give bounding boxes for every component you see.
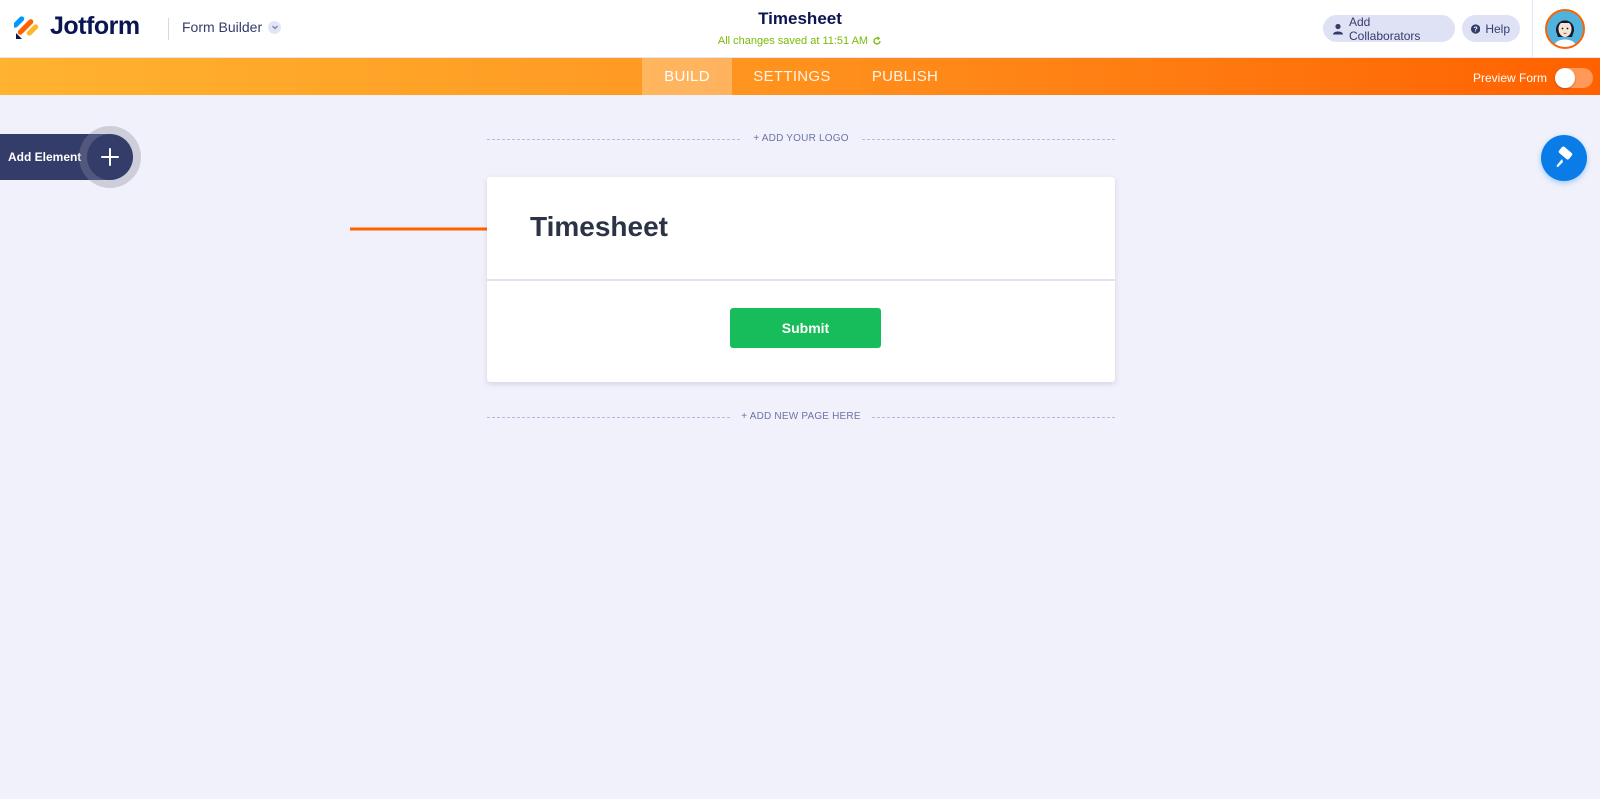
save-status: All changes saved at 11:51 AM bbox=[650, 35, 950, 47]
preview-form-label: Preview Form bbox=[1473, 71, 1548, 85]
builder-navbar: BUILD SETTINGS PUBLISH Preview Form bbox=[0, 58, 1600, 95]
form-title[interactable]: Timesheet bbox=[650, 9, 950, 29]
user-avatar[interactable] bbox=[1545, 9, 1585, 49]
jotform-logo-icon bbox=[14, 15, 39, 39]
user-icon bbox=[1333, 23, 1343, 34]
header-separator bbox=[1532, 0, 1533, 58]
question-circle-icon: ? bbox=[1471, 23, 1481, 34]
tab-build[interactable]: BUILD bbox=[642, 58, 732, 95]
form-heading[interactable]: Timesheet bbox=[530, 211, 668, 243]
add-element-button[interactable]: Add Element bbox=[0, 126, 141, 188]
page-dashed-line-left bbox=[487, 417, 730, 418]
preview-form-toggle[interactable] bbox=[1555, 68, 1594, 88]
submit-button[interactable]: Submit bbox=[730, 308, 881, 348]
top-header: Jotform Form Builder Timesheet All chang… bbox=[0, 0, 1600, 58]
logo-dashed-line-left bbox=[487, 139, 740, 140]
toggle-knob bbox=[1555, 68, 1576, 88]
header-divider bbox=[168, 18, 169, 40]
builder-label: Form Builder bbox=[182, 19, 263, 35]
add-new-page-link[interactable]: + ADD NEW PAGE HERE bbox=[730, 411, 872, 422]
paint-roller-icon bbox=[1556, 146, 1573, 167]
refresh-icon bbox=[873, 36, 881, 45]
page-dashed-line-right bbox=[872, 417, 1115, 418]
form-title-block: Timesheet All changes saved at 11:51 AM bbox=[650, 9, 950, 47]
add-collaborators-label: Add Collaborators bbox=[1349, 14, 1421, 43]
add-element-label: Add Element bbox=[8, 150, 82, 164]
brand-name: Jotform bbox=[50, 12, 140, 40]
add-element-plus-button[interactable] bbox=[87, 134, 133, 180]
save-status-text: All changes saved at 11:51 AM bbox=[717, 35, 869, 47]
svg-text:?: ? bbox=[1474, 26, 1478, 33]
plus-icon bbox=[101, 148, 119, 166]
chevron-down-icon bbox=[268, 20, 282, 34]
form-heading-section[interactable]: Timesheet bbox=[487, 177, 1115, 281]
form-card: Timesheet Submit bbox=[487, 177, 1115, 382]
tab-settings[interactable]: SETTINGS bbox=[742, 58, 842, 95]
avatar-portrait-icon bbox=[1547, 11, 1583, 47]
preview-form-control: Preview Form bbox=[1473, 68, 1594, 88]
form-builder-switcher[interactable]: Form Builder bbox=[182, 19, 282, 35]
help-button[interactable]: ? Help bbox=[1462, 15, 1520, 42]
add-collaborators-button[interactable]: Add Collaborators bbox=[1323, 14, 1455, 43]
form-designer-button[interactable] bbox=[1541, 135, 1587, 181]
tab-publish[interactable]: PUBLISH bbox=[860, 58, 950, 95]
add-logo-link[interactable]: + ADD YOUR LOGO bbox=[740, 133, 862, 144]
jotform-logo[interactable]: Jotform bbox=[14, 12, 140, 41]
help-label: Help bbox=[1485, 21, 1510, 36]
logo-dashed-line-right bbox=[862, 139, 1115, 140]
